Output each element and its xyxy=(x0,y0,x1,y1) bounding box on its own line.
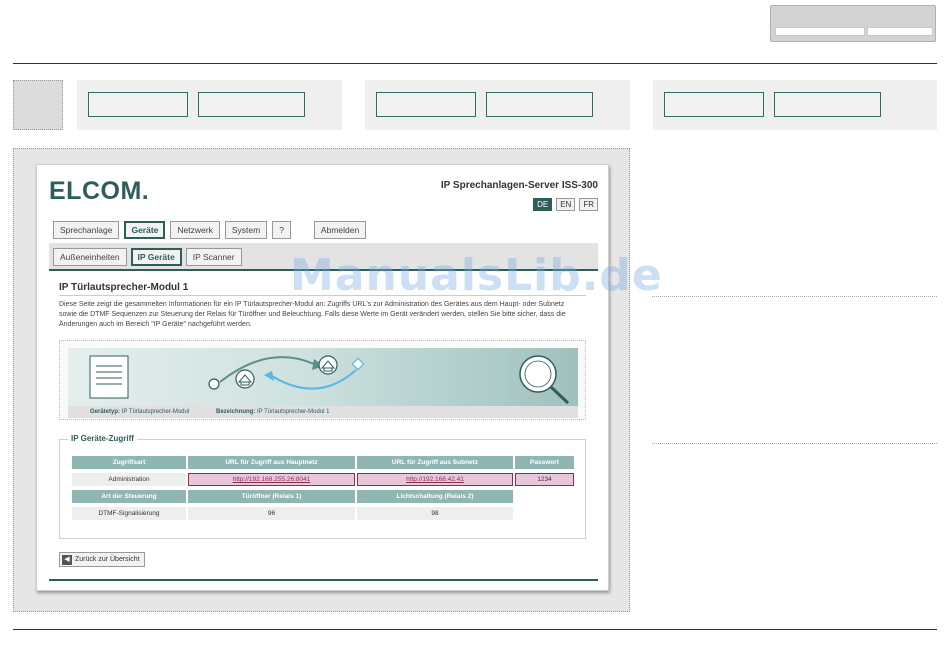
server-title: IP Sprechanlagen-Server ISS-300 xyxy=(440,180,598,191)
header-box-segment xyxy=(775,27,865,36)
nav-panel-button[interactable] xyxy=(774,92,881,117)
screenshot-frame: ELCOM. IP Sprechanlagen-Server ISS-300 D… xyxy=(13,148,630,612)
access-table: Zugriffsart URL für Zugriff aus Hauptnet… xyxy=(72,456,574,524)
control-type-cell: DTMF-Signalisierung xyxy=(72,507,186,520)
back-arrow-icon: ◀ xyxy=(62,554,72,565)
access-type-cell: Administration xyxy=(72,473,186,486)
header-tueroeffner: Türöffner (Relais 1) xyxy=(188,490,355,503)
url-hauptnetz-link[interactable]: http://192.168.255.26:8041 xyxy=(188,473,355,486)
table-header-row: Art der Steuerung Türöffner (Relais 1) L… xyxy=(72,490,574,503)
device-illustration-graphic xyxy=(68,348,578,406)
page-header-box xyxy=(770,5,936,42)
back-to-overview-button[interactable]: ◀ Zurück zur Übersicht xyxy=(59,552,145,567)
side-divider xyxy=(652,296,937,297)
device-caption: Gerätetyp: IP Türlautsprecher-Modul Beze… xyxy=(68,406,578,418)
elcom-logo: ELCOM. xyxy=(49,177,150,205)
lang-en[interactable]: EN xyxy=(556,198,576,211)
lichtschaltung-dtmf-cell: 98 xyxy=(357,507,513,520)
nav-panel-1 xyxy=(77,80,342,130)
tab-ip-scanner[interactable]: IP Scanner xyxy=(185,248,242,266)
header-zugriffsart: Zugriffsart xyxy=(72,456,186,469)
fieldset-legend: IP Geräte-Zugriff xyxy=(68,434,137,443)
manual-page: ELCOM. IP Sprechanlagen-Server ISS-300 D… xyxy=(0,0,950,660)
sub-navigation: Außeneinheiten IP Geräte IP Scanner xyxy=(49,243,598,271)
nav-panel-3 xyxy=(653,80,937,130)
header-lichtschaltung: Lichtschaltung (Relais 2) xyxy=(357,490,513,503)
logout-button[interactable]: Abmelden xyxy=(313,221,367,239)
tab-help[interactable]: ? xyxy=(272,221,291,239)
tab-aussenheiten[interactable]: Außeneinheiten xyxy=(53,248,127,266)
tab-ip-geraete[interactable]: IP Geräte xyxy=(130,248,182,266)
device-name: Bezeichnung: IP Türlautsprecher-Modul 1 xyxy=(216,409,330,415)
side-divider xyxy=(652,443,937,444)
nav-panel-button[interactable] xyxy=(376,92,476,117)
table-row: DTMF-Signalisierung 96 98 xyxy=(72,507,574,520)
header-steuerung: Art der Steuerung xyxy=(72,490,186,503)
tueroeffner-dtmf-cell: 96 xyxy=(188,507,355,520)
title-divider xyxy=(59,295,586,296)
nav-tile xyxy=(13,80,63,130)
header-url-hauptnetz: URL für Zugriff aus Hauptnetz xyxy=(188,456,355,469)
web-ui-screenshot: ELCOM. IP Sprechanlagen-Server ISS-300 D… xyxy=(36,164,609,591)
network-diagram-icon xyxy=(89,355,570,405)
nav-panel-button[interactable] xyxy=(198,92,305,117)
back-button-label: Zurück zur Übersicht xyxy=(75,556,140,563)
header-url-subnetz: URL für Zugriff aus Subnetz xyxy=(357,456,513,469)
lang-fr[interactable]: FR xyxy=(579,198,598,211)
nav-panel-button[interactable] xyxy=(88,92,188,117)
tab-geraete[interactable]: Geräte xyxy=(124,221,166,239)
nav-panel-button[interactable] xyxy=(486,92,593,117)
page-description: Diese Seite zeigt die gesammelten Inform… xyxy=(59,301,566,328)
url-subnetz-link[interactable]: http://192.168.42.41 xyxy=(357,473,513,486)
tab-sprechanlage[interactable]: Sprechanlage xyxy=(53,221,120,239)
table-row: Administration http://192.168.255.26:804… xyxy=(72,473,574,486)
device-type: Gerätetyp: IP Türlautsprecher-Modul xyxy=(90,409,190,415)
main-tabs: Sprechanlage Geräte Netzwerk System ? Ab… xyxy=(53,221,367,239)
device-illustration: Gerätetyp: IP Türlautsprecher-Modul Beze… xyxy=(59,340,586,420)
bottom-divider xyxy=(13,629,937,630)
language-switcher: DE EN FR xyxy=(533,198,598,211)
header-passwort: Passwort xyxy=(515,456,574,469)
header-box-segment xyxy=(867,27,933,36)
table-header-row: Zugriffsart URL für Zugriff aus Hauptnet… xyxy=(72,456,574,469)
nav-panel-button[interactable] xyxy=(664,92,764,117)
nav-panel-2 xyxy=(365,80,630,130)
tab-netzwerk[interactable]: Netzwerk xyxy=(170,221,220,239)
top-divider xyxy=(13,63,937,64)
ip-access-fieldset: IP Geräte-Zugriff Zugriffsart URL für Zu… xyxy=(59,434,586,539)
footer-divider xyxy=(49,579,598,581)
page-title: IP Türlautsprecher-Modul 1 xyxy=(59,282,189,293)
lang-de[interactable]: DE xyxy=(533,198,553,211)
password-cell: 1234 xyxy=(515,473,574,486)
tab-system[interactable]: System xyxy=(224,221,268,239)
